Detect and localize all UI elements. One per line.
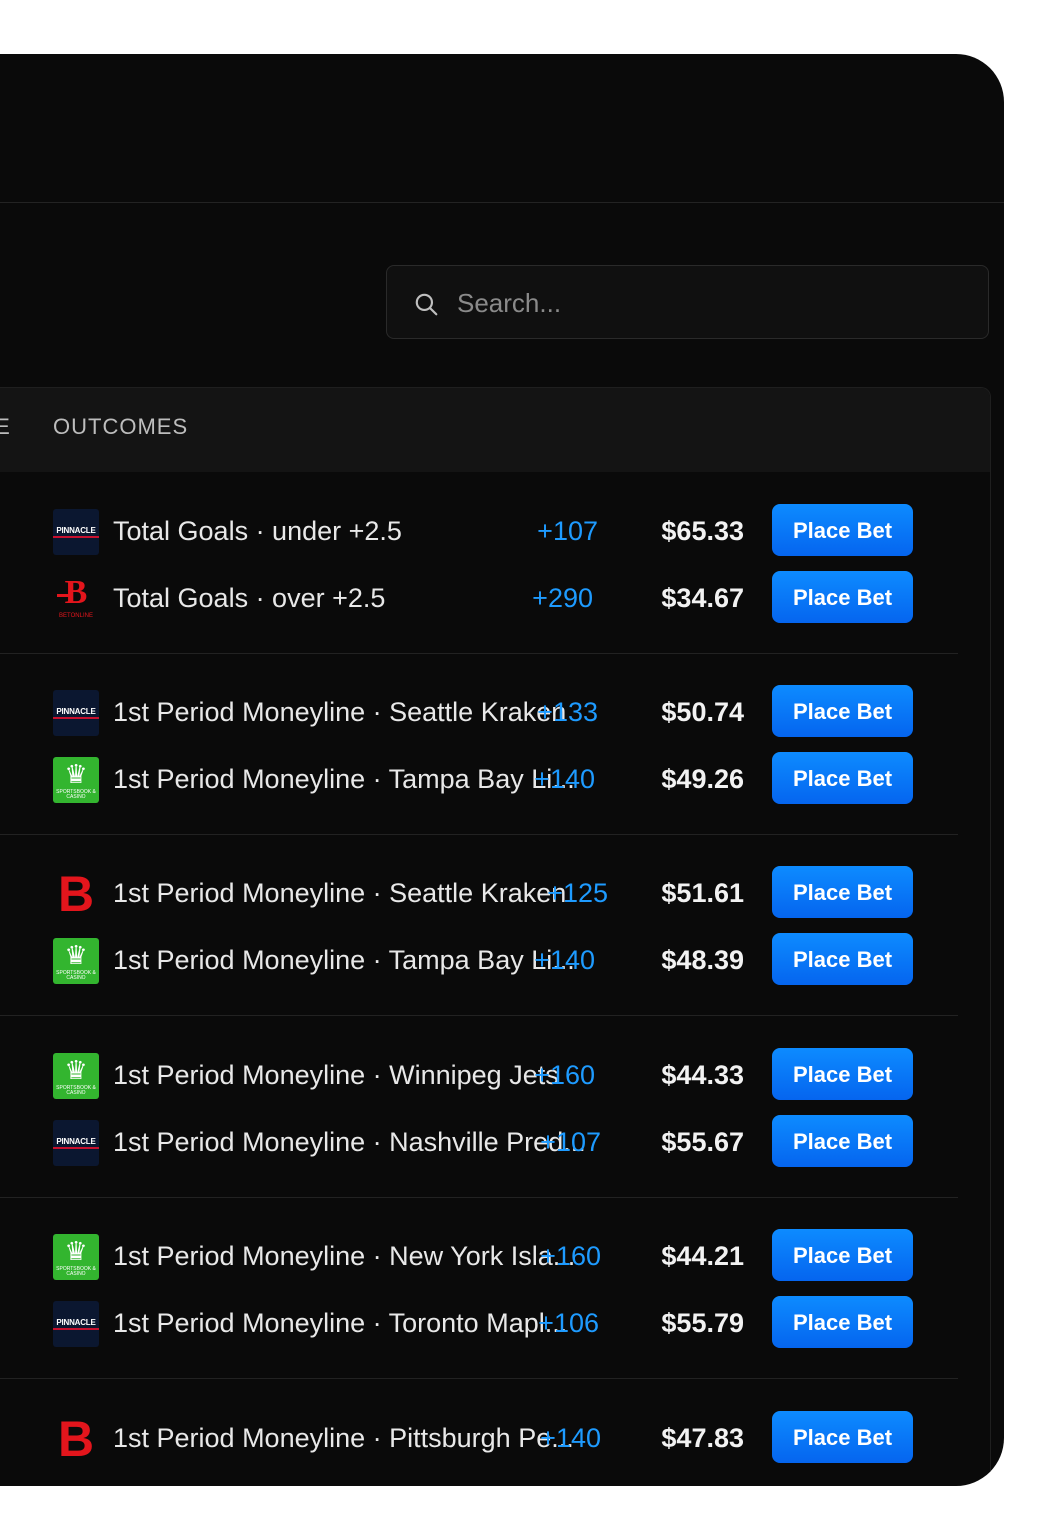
stake-amount: $44.33 (661, 1060, 744, 1090)
outcome-description: Total Goals · under +2.5 (113, 516, 402, 546)
stake-amount: $49.26 (661, 764, 744, 794)
place-bet-button[interactable]: Place Bet (772, 685, 913, 737)
stake-amount: $44.21 (661, 1241, 744, 1271)
draftkings-logo-text: SPORTSBOOK & CASINO (56, 1266, 96, 1277)
table-header: IE OUTCOMES (0, 388, 990, 472)
odds-value: +160 (534, 1060, 595, 1090)
bet-row: ♛ SPORTSBOOK & CASINO 1st Period Moneyline… (0, 1229, 958, 1289)
odds-value: +106 (538, 1308, 599, 1338)
pinnacle-logo-text: PINNACLE (53, 526, 99, 538)
odds-value: +140 (534, 945, 595, 975)
place-bet-button[interactable]: Place Bet (772, 1048, 913, 1100)
bet-group: B 1st Period Moneyline · Pittsburgh Pe...… (0, 1379, 958, 1486)
odds-value: +107 (537, 516, 598, 546)
pinnacle-logo: PINNACLE (53, 509, 99, 555)
outcome-description: 1st Period Moneyline · Winnipeg Jets (113, 1060, 559, 1090)
bet-row: PINNACLE Total Goals · under +2.5 +107 $65.… (0, 504, 958, 564)
search-input[interactable] (455, 266, 959, 340)
crown-icon: ♛ (64, 1236, 88, 1266)
column-header-outcomes: OUTCOMES (53, 414, 189, 439)
stake-amount: $34.67 (661, 583, 744, 613)
stake-amount: $50.74 (661, 697, 744, 727)
bet-group: PINNACLE 1st Period Moneyline · Seattle K… (0, 653, 958, 835)
stake-amount: $51.61 (661, 878, 744, 908)
betonline-logo-text: BETONLINE (59, 613, 93, 619)
app-panel: IE OUTCOMES PINNACLE Total Goals · under … (0, 54, 1004, 1486)
draftkings-logo: ♛ SPORTSBOOK & CASINO (53, 938, 99, 984)
top-bar (0, 54, 1004, 203)
stake-amount: $55.67 (661, 1127, 744, 1157)
bet-row: PINNACLE 1st Period Moneyline · Seattle K… (0, 685, 958, 745)
bet-row: B 1st Period Moneyline · Seattle Kraken +1… (0, 866, 958, 926)
odds-value: +160 (540, 1241, 601, 1271)
place-bet-button[interactable]: Place Bet (772, 571, 913, 623)
bet-row: PINNACLE 1st Period Moneyline · Toronto M… (0, 1296, 958, 1356)
bet-row: B 1st Period Moneyline · Pittsburgh Pe...… (0, 1411, 958, 1471)
odds-value: +290 (532, 583, 593, 613)
arbitrage-table: IE OUTCOMES PINNACLE Total Goals · under … (0, 387, 991, 1486)
crown-icon: ♛ (64, 759, 88, 789)
odds-value: +133 (537, 697, 598, 727)
search-icon (415, 293, 438, 316)
betrivers-b-icon: B (57, 871, 95, 917)
stake-amount: $47.83 (661, 1423, 744, 1453)
pinnacle-logo: PINNACLE (53, 690, 99, 736)
place-bet-button[interactable]: Place Bet (772, 866, 913, 918)
draftkings-logo-text: SPORTSBOOK & CASINO (56, 789, 96, 800)
odds-value: +140 (534, 764, 595, 794)
pinnacle-logo-text: PINNACLE (53, 1137, 99, 1149)
place-bet-button[interactable]: Place Bet (772, 933, 913, 985)
column-header-ie: IE (0, 414, 11, 440)
place-bet-button[interactable]: Place Bet (772, 1296, 913, 1348)
outcome-description: 1st Period Moneyline · Seattle Kraken (113, 878, 567, 908)
pinnacle-logo: PINNACLE (53, 1120, 99, 1166)
place-bet-button[interactable]: Place Bet (772, 504, 913, 556)
outcome-description: 1st Period Moneyline · New York Isla... (113, 1241, 576, 1271)
betonline-logo: B BETONLINE (53, 576, 99, 622)
stake-amount: $55.79 (661, 1308, 744, 1338)
crown-icon: ♛ (64, 1055, 88, 1085)
bet-group: B 1st Period Moneyline · Seattle Kraken +1… (0, 834, 958, 1016)
place-bet-button[interactable]: Place Bet (772, 1115, 913, 1167)
outcome-description: 1st Period Moneyline · Pittsburgh Pe... (113, 1423, 574, 1453)
pinnacle-logo: PINNACLE (53, 1301, 99, 1347)
bet-row: B BETONLINE Total Goals · over +2.5 +290 $34… (0, 571, 958, 631)
search-box[interactable] (386, 265, 989, 340)
draftkings-logo: ♛ SPORTSBOOK & CASINO (53, 1234, 99, 1280)
odds-value: +125 (547, 878, 608, 908)
stake-amount: $48.39 (661, 945, 744, 975)
betrivers-logo: B (53, 1416, 99, 1462)
draftkings-logo-text: SPORTSBOOK & CASINO (56, 1085, 96, 1096)
outcome-description: Total Goals · over +2.5 (113, 583, 386, 613)
draftkings-logo: ♛ SPORTSBOOK & CASINO (53, 757, 99, 803)
betonline-b-icon: B (64, 576, 88, 611)
betrivers-b-icon: B (57, 1416, 95, 1462)
bet-row: PINNACLE 1st Period Moneyline · Nashville… (0, 1115, 958, 1175)
crown-icon: ♛ (64, 940, 88, 970)
bet-group: PINNACLE Total Goals · under +2.5 +107 $65.… (0, 472, 958, 654)
betrivers-logo: B (53, 871, 99, 917)
bet-group: ♛ SPORTSBOOK & CASINO 1st Period Moneyline… (0, 1197, 958, 1379)
odds-value: +140 (540, 1423, 601, 1453)
bet-row: ♛ SPORTSBOOK & CASINO 1st Period Moneyline… (0, 933, 958, 993)
outcome-description: 1st Period Moneyline · Seattle Kraken (113, 697, 567, 727)
place-bet-button[interactable]: Place Bet (772, 752, 913, 804)
place-bet-button[interactable]: Place Bet (772, 1229, 913, 1281)
bet-group: ♛ SPORTSBOOK & CASINO 1st Period Moneyline… (0, 1016, 958, 1198)
outcome-description: 1st Period Moneyline · Toronto Mapl... (113, 1308, 568, 1338)
draftkings-logo-text: SPORTSBOOK & CASINO (56, 970, 96, 981)
pinnacle-logo-text: PINNACLE (53, 1318, 99, 1330)
bet-row: ♛ SPORTSBOOK & CASINO 1st Period Moneyline… (0, 752, 958, 812)
draftkings-logo: ♛ SPORTSBOOK & CASINO (53, 1053, 99, 1099)
odds-value: +107 (540, 1127, 601, 1157)
bet-row: ♛ SPORTSBOOK & CASINO 1st Period Moneyline… (0, 1048, 958, 1108)
place-bet-button[interactable]: Place Bet (772, 1411, 913, 1463)
stake-amount: $65.33 (661, 516, 744, 546)
pinnacle-logo-text: PINNACLE (53, 707, 99, 719)
